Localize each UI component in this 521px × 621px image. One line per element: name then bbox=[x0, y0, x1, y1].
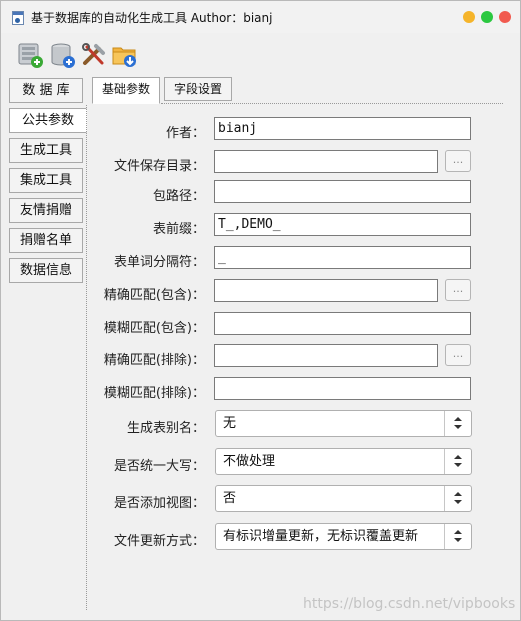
spinner-arrows-icon bbox=[444, 486, 471, 511]
table-alias-select[interactable]: 无 bbox=[215, 410, 472, 437]
exact-exclude-label: 精确匹配(排除)： bbox=[103, 353, 205, 368]
save-dir-input[interactable] bbox=[214, 150, 438, 173]
author-input[interactable]: bianj bbox=[214, 117, 471, 140]
exact-include-browse-button[interactable]: ... bbox=[445, 279, 471, 301]
table-prefix-input[interactable]: T_,DEMO_ bbox=[214, 213, 471, 236]
add-view-select[interactable]: 否 bbox=[215, 485, 472, 512]
sidebar-item-label: 友情捐赠 bbox=[19, 203, 72, 218]
add-view-value: 否 bbox=[223, 491, 237, 506]
add-view-label: 是否添加视图： bbox=[113, 496, 205, 511]
fuzzy-exclude-label: 模糊匹配(排除)： bbox=[103, 386, 205, 401]
sidebar-item-database[interactable]: 数 据 库 bbox=[9, 78, 83, 103]
app-window-icon bbox=[12, 11, 24, 25]
tools-icon bbox=[82, 43, 105, 65]
save-dir-label: 文件保存目录： bbox=[113, 159, 205, 174]
uppercase-select[interactable]: 不做处理 bbox=[215, 448, 472, 475]
open-folder-button[interactable] bbox=[111, 41, 139, 69]
update-mode-select[interactable]: 有标识增量更新，无标识覆盖更新 bbox=[215, 523, 472, 550]
tools-button[interactable] bbox=[80, 41, 108, 69]
tab-label: 基础参数 bbox=[101, 82, 150, 96]
close-button[interactable] bbox=[499, 11, 511, 23]
table-alias-value: 无 bbox=[223, 416, 237, 431]
fuzzy-include-input[interactable] bbox=[214, 312, 471, 335]
tab-label: 字段设置 bbox=[173, 82, 222, 96]
exact-exclude-input[interactable] bbox=[214, 344, 438, 367]
sidebar-item-label: 数 据 库 bbox=[22, 83, 70, 98]
word-separator-label: 表单词分隔符： bbox=[113, 255, 205, 270]
spinner-arrows-icon bbox=[444, 524, 471, 549]
add-database-icon bbox=[51, 43, 75, 68]
tab-basic-params[interactable]: 基础参数 bbox=[92, 77, 160, 104]
app-window: 基于数据库的自动化生成工具 Author：bianj 数 据 库 公共参数 生成… bbox=[0, 0, 521, 621]
add-table-icon bbox=[18, 43, 43, 68]
author-label: 作者： bbox=[165, 126, 205, 141]
title-bar[interactable]: 基于数据库的自动化生成工具 Author：bianj bbox=[1, 1, 520, 33]
fuzzy-include-label: 模糊匹配(包含)： bbox=[103, 321, 205, 336]
package-path-input[interactable] bbox=[214, 180, 471, 203]
watermark: https://blog.csdn.net/vipbooks bbox=[303, 596, 516, 612]
uppercase-label: 是否统一大写： bbox=[113, 459, 205, 474]
spinner-arrows-icon bbox=[444, 411, 471, 436]
uppercase-value: 不做处理 bbox=[223, 454, 276, 469]
tab-divider bbox=[161, 103, 503, 104]
add-table-button[interactable] bbox=[16, 41, 44, 69]
table-alias-label: 生成表别名： bbox=[126, 421, 205, 436]
spinner-arrows-icon bbox=[444, 449, 471, 474]
exact-exclude-browse-button[interactable]: ... bbox=[445, 344, 471, 366]
update-mode-label: 文件更新方式： bbox=[113, 534, 205, 549]
update-mode-value: 有标识增量更新，无标识覆盖更新 bbox=[223, 529, 419, 544]
package-path-label: 包路径： bbox=[152, 189, 205, 204]
add-database-button[interactable] bbox=[49, 41, 77, 69]
exact-include-label: 精确匹配(包含)： bbox=[103, 288, 205, 303]
exact-include-input[interactable] bbox=[214, 279, 438, 302]
maximize-button[interactable] bbox=[481, 11, 493, 23]
fuzzy-exclude-input[interactable] bbox=[214, 377, 471, 400]
tab-field-settings[interactable]: 字段设置 bbox=[164, 77, 232, 101]
save-dir-browse-button[interactable]: ... bbox=[445, 150, 471, 172]
minimize-button[interactable] bbox=[463, 11, 475, 23]
table-prefix-label: 表前缀： bbox=[152, 222, 205, 237]
folder-download-icon bbox=[112, 47, 136, 67]
word-separator-input[interactable]: _ bbox=[214, 246, 471, 269]
window-title: 基于数据库的自动化生成工具 Author：bianj bbox=[31, 11, 273, 25]
